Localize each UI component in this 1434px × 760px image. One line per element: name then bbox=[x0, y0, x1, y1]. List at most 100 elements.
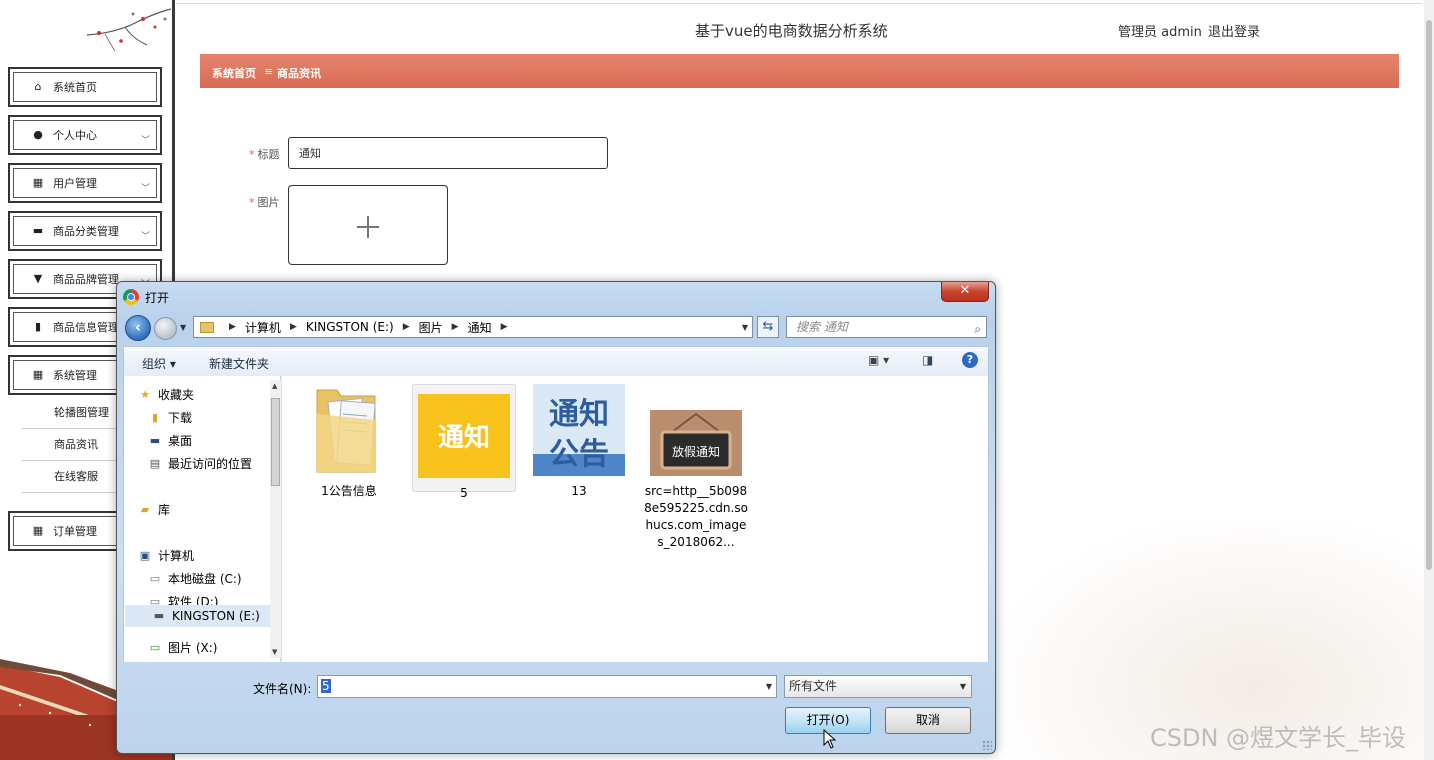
nav-drive-e[interactable]: ▬ KINGSTON (E:) bbox=[125, 605, 290, 627]
scroll-up-icon[interactable]: ▲ bbox=[272, 382, 277, 390]
path-segment[interactable]: 计算机 bbox=[245, 319, 281, 336]
user-label: 管理员 admin bbox=[1118, 25, 1202, 40]
nav-scrollbar[interactable]: ▲ ▼ bbox=[270, 380, 281, 658]
image-thumbnail: 通知 公告 bbox=[533, 384, 625, 476]
nav-computer[interactable]: ▣ 计算机 bbox=[138, 547, 194, 564]
chevron-right-icon[interactable]: ▶ bbox=[229, 322, 236, 332]
nav-downloads[interactable]: ▮ 下载 bbox=[148, 409, 192, 426]
sidebar-item-label: 系统管理 bbox=[53, 369, 97, 382]
plus-icon bbox=[357, 216, 379, 238]
nav-favorites[interactable]: ★ 收藏夹 bbox=[138, 386, 194, 403]
dialog-toolbar: 组织 ▾ 新建文件夹 ▣ ▾ ◨ ? bbox=[123, 346, 989, 376]
chrome-icon bbox=[123, 289, 139, 305]
svg-text:通知: 通知 bbox=[438, 423, 490, 453]
scroll-down-icon[interactable]: ▼ bbox=[272, 648, 277, 656]
folder-icon bbox=[200, 321, 214, 333]
sidebar-item-label: 商品品牌管理 bbox=[53, 273, 119, 286]
dialog-footer: 文件名(N): 5 ▼ 所有文件 ▼ 打开(O) 取消 bbox=[123, 662, 989, 750]
title-input[interactable] bbox=[288, 137, 608, 169]
nav-scrollbar-thumb[interactable] bbox=[271, 398, 280, 486]
organize-button[interactable]: 组织 ▾ bbox=[142, 355, 176, 372]
nav-desktop[interactable]: ▬ 桌面 bbox=[148, 432, 192, 449]
file-item-folder[interactable]: 1公告信息 bbox=[297, 384, 401, 500]
breadcrumb: 系统首页 ≡ 商品资讯 bbox=[200, 54, 1399, 88]
breadcrumb-current: 商品资讯 bbox=[277, 67, 321, 80]
nav-drive-c[interactable]: ▭ 本地磁盘 (C:) bbox=[148, 570, 242, 587]
image-thumbnail: 放假通知 bbox=[650, 410, 742, 476]
chevron-down-icon: ﹀ bbox=[140, 136, 150, 146]
filename-input[interactable]: 5 ▼ bbox=[317, 675, 777, 698]
chevron-right-icon[interactable]: ▶ bbox=[290, 322, 297, 332]
file-item[interactable]: 放假通知 src=http__5b0988e595225.cdn.sohucs.… bbox=[644, 384, 748, 551]
library-icon: ▰ bbox=[140, 502, 150, 516]
cancel-button[interactable]: 取消 bbox=[885, 707, 971, 734]
search-icon: ⌕ bbox=[974, 322, 981, 336]
grid-icon: ▦ bbox=[32, 368, 44, 381]
file-name: 1公告信息 bbox=[321, 484, 377, 498]
svg-text:通知: 通知 bbox=[549, 397, 609, 432]
mouse-cursor-icon bbox=[823, 729, 837, 749]
image-upload-button[interactable] bbox=[288, 185, 448, 265]
desktop-icon: ▬ bbox=[149, 433, 161, 447]
plum-blossom-decoration bbox=[86, 8, 172, 52]
filename-dropdown-icon[interactable]: ▼ bbox=[766, 676, 772, 697]
person-icon: ● bbox=[33, 128, 43, 141]
page-scrollbar[interactable] bbox=[1424, 0, 1434, 760]
address-dropdown-icon[interactable]: ▼ bbox=[742, 323, 748, 332]
file-item[interactable]: 通知 公告 13 bbox=[527, 384, 631, 500]
nav-recent[interactable]: ▤ 最近访问的位置 bbox=[148, 455, 252, 472]
sidebar-item-home[interactable]: ⌂ 系统首页 bbox=[8, 67, 162, 107]
file-name: src=http__5b0988e595225.cdn.sohucs.com_i… bbox=[644, 484, 748, 549]
nav-drive-x[interactable]: ▭ 图片 (X:) bbox=[148, 639, 218, 656]
chevron-right-icon[interactable]: ▶ bbox=[501, 322, 508, 332]
usb-drive-icon: ▬ bbox=[153, 609, 165, 622]
grid-icon: ▦ bbox=[32, 176, 44, 189]
sidebar-item-personal-center[interactable]: ● 个人中心 ﹀ bbox=[8, 115, 162, 155]
home-icon: ⌂ bbox=[34, 80, 42, 93]
path-segment[interactable]: KINGSTON (E:) bbox=[306, 320, 394, 334]
preview-pane-icon[interactable]: ◨ bbox=[922, 353, 933, 367]
breadcrumb-home[interactable]: 系统首页 bbox=[212, 65, 256, 81]
chevron-down-icon[interactable]: ▼ bbox=[960, 676, 966, 697]
address-bar[interactable]: ▶ 计算机 ▶ KINGSTON (E:) ▶ 图片 ▶ 通知 ▶ ▼ bbox=[193, 316, 753, 338]
folder-icon bbox=[316, 389, 376, 473]
sidebar-item-label: 系统首页 bbox=[53, 81, 97, 94]
path-segment[interactable]: 图片 bbox=[419, 319, 443, 336]
resize-grip[interactable] bbox=[982, 740, 992, 750]
svg-text:公告: 公告 bbox=[549, 437, 609, 472]
recent-locations-dropdown-icon[interactable]: ▼ bbox=[180, 323, 186, 332]
filetype-select[interactable]: 所有文件 ▼ bbox=[784, 675, 972, 698]
view-options-icon[interactable]: ▣ ▾ bbox=[868, 353, 889, 367]
star-icon: ★ bbox=[140, 387, 150, 401]
logout-link[interactable]: 退出登录 bbox=[1208, 21, 1260, 40]
back-button[interactable]: ‹ bbox=[125, 315, 151, 341]
nav-libraries[interactable]: ▰ 库 bbox=[138, 501, 170, 518]
grid-icon: ▦ bbox=[32, 524, 44, 537]
chevron-down-icon: ﹀ bbox=[140, 184, 150, 194]
pin-icon: ▼ bbox=[33, 272, 43, 285]
top-border bbox=[176, 3, 1422, 4]
help-icon[interactable]: ? bbox=[962, 352, 978, 368]
app-title: 基于vue的电商数据分析系统 bbox=[695, 22, 888, 40]
refresh-button[interactable]: ⇆ bbox=[757, 316, 779, 338]
sidebar-item-user-management[interactable]: ▦ 用户管理 ﹀ bbox=[8, 163, 162, 203]
sidebar-item-category-management[interactable]: ▬ 商品分类管理 ﹀ bbox=[8, 211, 162, 251]
search-input[interactable]: 搜索 通知 ⌕ bbox=[786, 316, 987, 338]
forward-button[interactable] bbox=[154, 317, 177, 340]
chevron-right-icon[interactable]: ▶ bbox=[403, 322, 410, 332]
svg-text:放假通知: 放假通知 bbox=[672, 444, 720, 459]
chevron-right-icon[interactable]: ▶ bbox=[452, 322, 459, 332]
scrollbar-thumb[interactable] bbox=[1426, 20, 1432, 570]
sidebar-item-label: 用户管理 bbox=[53, 177, 97, 190]
file-item-selected[interactable]: 通知 5 bbox=[412, 384, 516, 500]
title-field-label: * 标题 bbox=[249, 148, 280, 161]
watermark: CSDN @煜文学长_毕设 bbox=[1150, 724, 1407, 752]
file-name: 5 bbox=[460, 486, 468, 500]
new-folder-button[interactable]: 新建文件夹 bbox=[209, 355, 269, 372]
download-folder-icon: ▮ bbox=[151, 410, 159, 424]
file-name: 13 bbox=[571, 484, 587, 498]
file-open-dialog: 打开 ✕ ‹ ▼ ▶ 计算机 ▶ KINGSTON (E:) ▶ 图片 ▶ 通知… bbox=[116, 281, 996, 754]
path-segment[interactable]: 通知 bbox=[468, 319, 492, 336]
dialog-close-button[interactable]: ✕ bbox=[941, 282, 989, 302]
filename-label: 文件名(N): bbox=[253, 682, 312, 696]
